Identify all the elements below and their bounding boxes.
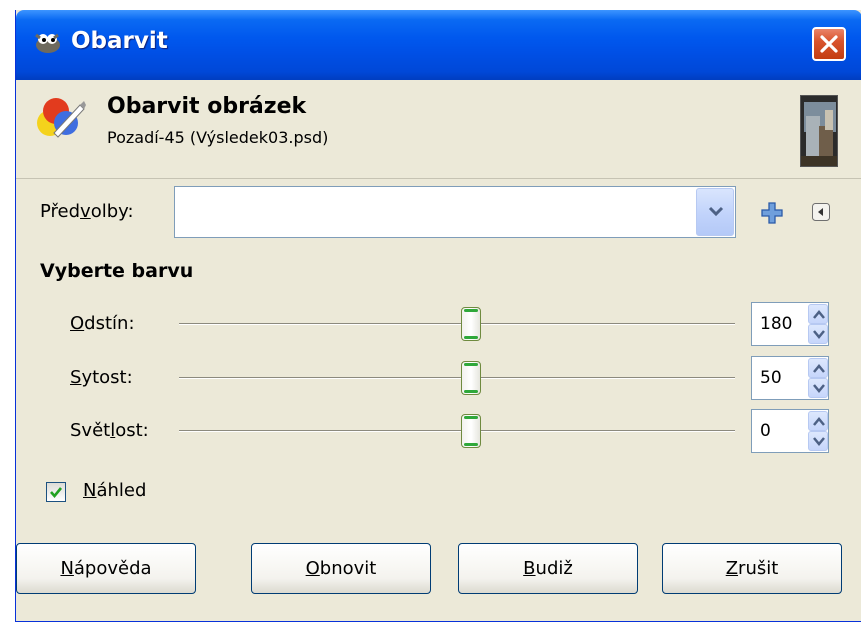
- cancel-button[interactable]: Zrušit: [662, 543, 842, 594]
- close-icon: [820, 35, 838, 53]
- checkmark-icon: [50, 487, 63, 499]
- gimp-logo-icon: [35, 33, 60, 53]
- dialog-heading: Obarvit obrázek: [107, 94, 307, 119]
- arrow-down-icon: [813, 384, 825, 393]
- preview-label[interactable]: Náhled: [83, 480, 146, 501]
- colorize-icon: [37, 98, 86, 138]
- window-title: Obarvit: [71, 28, 168, 54]
- lightness-slider-track[interactable]: [179, 430, 735, 432]
- select-color-heading: Vyberte barvu: [40, 260, 194, 282]
- presets-label: Předvolby:: [40, 201, 134, 222]
- reset-button[interactable]: Obnovit: [251, 543, 431, 594]
- close-button[interactable]: [812, 27, 846, 61]
- plus-icon[interactable]: [761, 202, 783, 224]
- hue-decrement-button[interactable]: [808, 324, 828, 344]
- dialog-header: Obarvit obrázek Pozadí-45 (Výsledek03.ps…: [16, 80, 861, 179]
- lightness-value[interactable]: 0: [760, 421, 771, 441]
- saturation-label: Sytost:: [70, 367, 133, 388]
- hue-value[interactable]: 180: [760, 314, 792, 334]
- saturation-slider-track[interactable]: [179, 377, 735, 379]
- image-name: Pozadí-45 (Výsledek03.psd): [107, 128, 329, 147]
- chevron-down-icon: [708, 206, 724, 217]
- hue-increment-button[interactable]: [808, 304, 828, 324]
- saturation-value[interactable]: 50: [760, 368, 782, 388]
- arrow-down-icon: [813, 437, 825, 446]
- lightness-decrement-button[interactable]: [808, 431, 828, 451]
- lightness-label: Světlost:: [70, 420, 149, 441]
- colorize-dialog: Obarvit Obarvit obrázek Pozadí-45 (Výsle…: [15, 10, 861, 622]
- preview-checkbox[interactable]: [46, 482, 66, 502]
- saturation-decrement-button[interactable]: [808, 378, 828, 398]
- hue-slider-track[interactable]: [179, 323, 735, 325]
- image-thumbnail: [800, 95, 838, 167]
- arrow-up-icon: [813, 417, 825, 426]
- saturation-spinbutton[interactable]: 50: [751, 356, 829, 400]
- saturation-slider-handle[interactable]: [461, 361, 481, 395]
- ok-button[interactable]: Budiž: [458, 543, 638, 594]
- title-bar[interactable]: Obarvit: [16, 10, 861, 80]
- help-button[interactable]: Nápověda: [16, 543, 196, 594]
- lightness-spinbutton[interactable]: 0: [751, 409, 829, 453]
- lightness-slider-handle[interactable]: [461, 414, 481, 448]
- presets-combobox[interactable]: [174, 186, 736, 238]
- triangle-left-icon[interactable]: [812, 203, 830, 221]
- saturation-increment-button[interactable]: [808, 358, 828, 378]
- arrow-up-icon: [813, 310, 825, 319]
- lightness-increment-button[interactable]: [808, 411, 828, 431]
- presets-dropdown-button[interactable]: [696, 188, 734, 236]
- hue-slider-handle[interactable]: [461, 307, 481, 341]
- arrow-down-icon: [813, 330, 825, 339]
- hue-label: Odstín:: [70, 313, 135, 334]
- hue-spinbutton[interactable]: 180: [751, 302, 829, 346]
- arrow-up-icon: [813, 364, 825, 373]
